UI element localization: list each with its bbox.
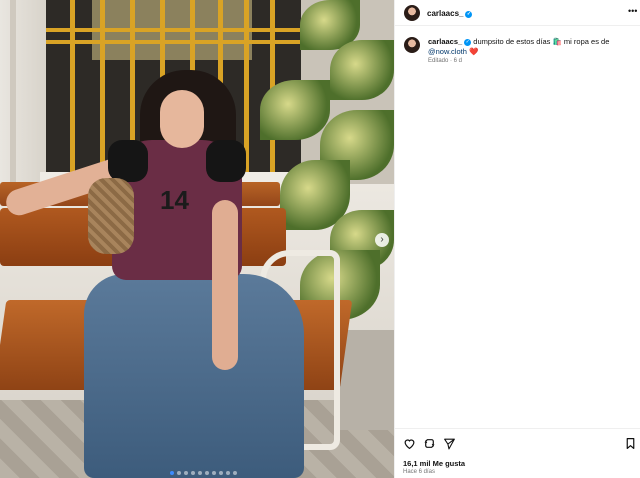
carousel-dot [233, 471, 237, 475]
carousel-dot [170, 471, 174, 475]
photo-arm [212, 200, 238, 370]
carousel-dot [219, 471, 223, 475]
more-options-icon[interactable]: ••• [628, 6, 637, 16]
chevron-right-icon[interactable]: › [375, 233, 389, 247]
carousel-indicators [170, 471, 237, 475]
comment-icon[interactable] [423, 437, 436, 450]
carousel-dot [226, 471, 230, 475]
carousel-dot [205, 471, 209, 475]
carousel-dot [177, 471, 181, 475]
photo-sleeve [206, 140, 246, 182]
post-photo[interactable]: 14 › [0, 0, 394, 478]
share-icon[interactable] [443, 437, 456, 450]
carousel-dot [184, 471, 188, 475]
caption-username[interactable]: carlaacs_ [428, 37, 462, 46]
post-actions: 16,1 mil Me gusta Hace 6 días [395, 428, 640, 478]
photo-shirt-number: 14 [160, 185, 189, 215]
post-caption: carlaacs_ ✓ dumpsito de estos días 🛍️ mi … [428, 37, 633, 57]
post-timestamp[interactable]: Hace 6 días [403, 469, 435, 475]
likes-count[interactable]: 16,1 mil Me gusta [403, 459, 465, 468]
carousel-dot [212, 471, 216, 475]
verified-badge-icon: ✓ [465, 11, 473, 18]
bookmark-icon[interactable] [624, 437, 637, 450]
photo-bar [70, 0, 75, 172]
caption-avatar[interactable] [404, 37, 420, 53]
caption-text: dumpsito de estos días 🛍️ mi ropa es de [473, 37, 610, 46]
photo-sleeve [108, 140, 148, 182]
edited-label: Editado · 6 d [428, 58, 463, 64]
heart-emoji: ❤️ [468, 47, 479, 56]
post-header: carlaacs_ ✓ ••• [395, 0, 640, 26]
post-sidebar: carlaacs_ ✓ ••• carlaacs_ ✓ dumpsito de es… [394, 0, 640, 478]
caption-mention-link[interactable]: @now.cloth [428, 47, 467, 56]
carousel-dot [198, 471, 202, 475]
photo-bar [244, 0, 249, 172]
photo-face [160, 90, 204, 148]
header-username[interactable]: carlaacs_ ✓ [427, 9, 473, 18]
header-username-text: carlaacs_ [427, 9, 464, 18]
photo-bag [88, 178, 134, 254]
photo-bar [100, 0, 105, 172]
photo-leaf [260, 80, 330, 140]
verified-badge-icon: ✓ [464, 39, 472, 46]
avatar[interactable] [404, 5, 420, 21]
photo-jeans [84, 274, 304, 478]
photo-rail [46, 28, 301, 32]
photo-rail [46, 40, 301, 44]
heart-icon[interactable] [403, 437, 416, 450]
photo-leaf [330, 40, 394, 100]
carousel-dot [191, 471, 195, 475]
